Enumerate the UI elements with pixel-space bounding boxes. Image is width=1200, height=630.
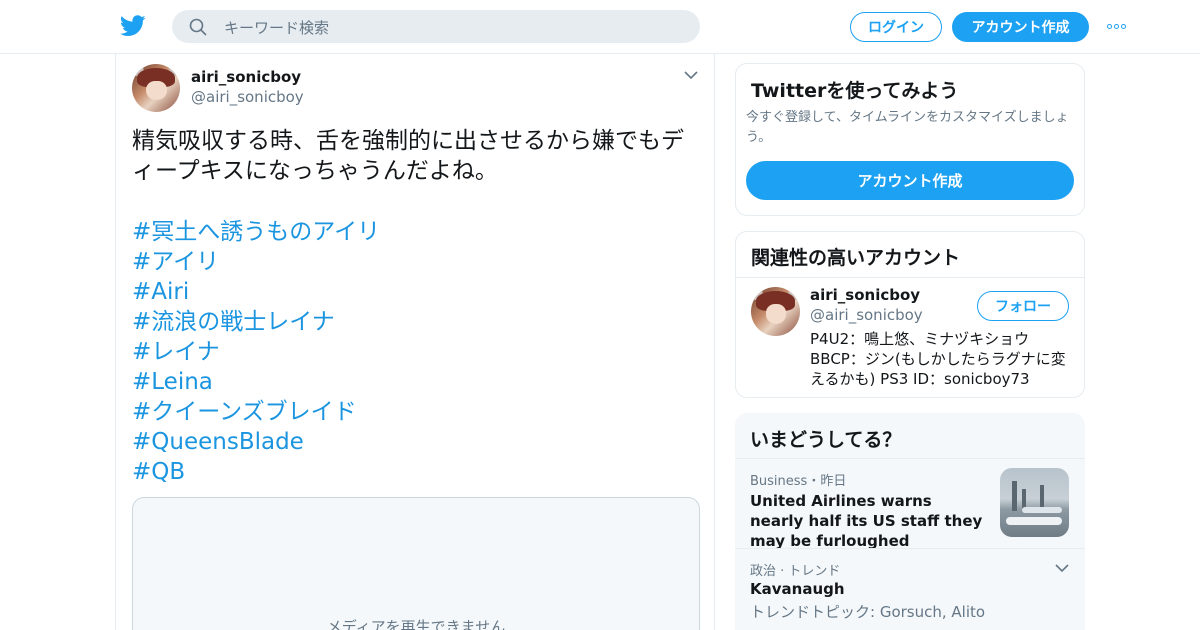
hashtag-link[interactable]: #レイナ xyxy=(132,337,380,367)
trend-headline[interactable]: United Airlines warns nearly half its US… xyxy=(750,491,990,551)
related-account-avatar[interactable] xyxy=(751,287,800,336)
signup-card-title: Twitterを使ってみよう xyxy=(751,80,959,102)
tweet-detail: airi_sonicboy @airi_sonicboy 精気吸収する時、舌を強… xyxy=(115,54,715,630)
trends-title: いまどうしてる？ xyxy=(750,429,902,451)
create-account-button[interactable]: アカウント作成 xyxy=(746,161,1074,200)
media-player[interactable]: メディアを再生できません xyxy=(132,497,700,630)
more-options-icon[interactable] xyxy=(1107,22,1131,30)
related-accounts-card: 関連性の高いアカウント airi_sonicboy @airi_sonicboy… xyxy=(735,231,1085,398)
hashtag-link[interactable]: #冥土へ誘うものアイリ xyxy=(132,217,380,247)
tweet-text: 精気吸収する時、舌を強制的に出させるから嫌でもディープキスになっちゃうんだよね。 xyxy=(132,128,684,184)
trend-name[interactable]: Kavanaugh xyxy=(750,580,845,598)
trends-card: いまどうしてる？ Business・昨日 United Airlines war… xyxy=(735,413,1085,630)
hashtag-list: #冥土へ誘うものアイリ #アイリ #Airi #流浪の戦士レイナ #レイナ #L… xyxy=(132,217,380,487)
hashtag-link[interactable]: #QB xyxy=(132,457,380,487)
related-accounts-title: 関連性の高いアカウント xyxy=(751,247,961,269)
top-navigation-bar: キーワード検索 ログイン アカウント作成 xyxy=(0,0,1200,54)
hashtag-link[interactable]: #流浪の戦士レイナ xyxy=(132,307,380,337)
signup-button[interactable]: アカウント作成 xyxy=(952,12,1089,42)
tweet-author-handle[interactable]: @airi_sonicboy xyxy=(191,88,304,106)
search-input[interactable]: キーワード検索 xyxy=(224,17,329,38)
follow-button[interactable]: フォロー xyxy=(977,291,1069,321)
login-button[interactable]: ログイン xyxy=(850,12,942,42)
signup-card-description: 今すぐ登録して、タイムラインをカスタマイズしましょう。 xyxy=(746,110,1069,145)
chevron-down-icon[interactable] xyxy=(684,70,698,80)
search-box[interactable]: キーワード検索 xyxy=(172,10,700,43)
trend-category: 政治 · トレンド xyxy=(750,564,841,579)
tweet-author-name[interactable]: airi_sonicboy xyxy=(191,68,301,86)
hashtag-link[interactable]: #QueensBlade xyxy=(132,427,380,457)
twitter-bird-logo-icon[interactable] xyxy=(120,14,146,38)
avatar[interactable] xyxy=(132,64,180,112)
hashtag-link[interactable]: #Leina xyxy=(132,367,380,397)
news-thumbnail-image[interactable] xyxy=(1000,468,1069,537)
hashtag-link[interactable]: #Airi xyxy=(132,277,380,307)
related-account-name[interactable]: airi_sonicboy xyxy=(810,286,920,304)
chevron-down-icon[interactable] xyxy=(1055,563,1069,573)
signup-card: Twitterを使ってみよう 今すぐ登録して、タイムラインをカスタマイズしましょ… xyxy=(735,63,1085,216)
trend-subtitle: トレンドトピック: Gorsuch, Alito xyxy=(750,603,986,621)
media-error-message: メディアを再生できません xyxy=(326,618,506,630)
hashtag-link[interactable]: #アイリ xyxy=(132,247,380,277)
hashtag-link[interactable]: #クイーンズブレイド xyxy=(132,397,380,427)
related-account-bio: P4U2：鳴上悠、ミナヅキショウ BBCP：ジン(もしかしたらラグナに変えるかも… xyxy=(810,330,1066,388)
search-icon xyxy=(189,18,207,36)
trend-category: Business・昨日 xyxy=(750,474,847,489)
related-account-handle[interactable]: @airi_sonicboy xyxy=(810,306,923,324)
